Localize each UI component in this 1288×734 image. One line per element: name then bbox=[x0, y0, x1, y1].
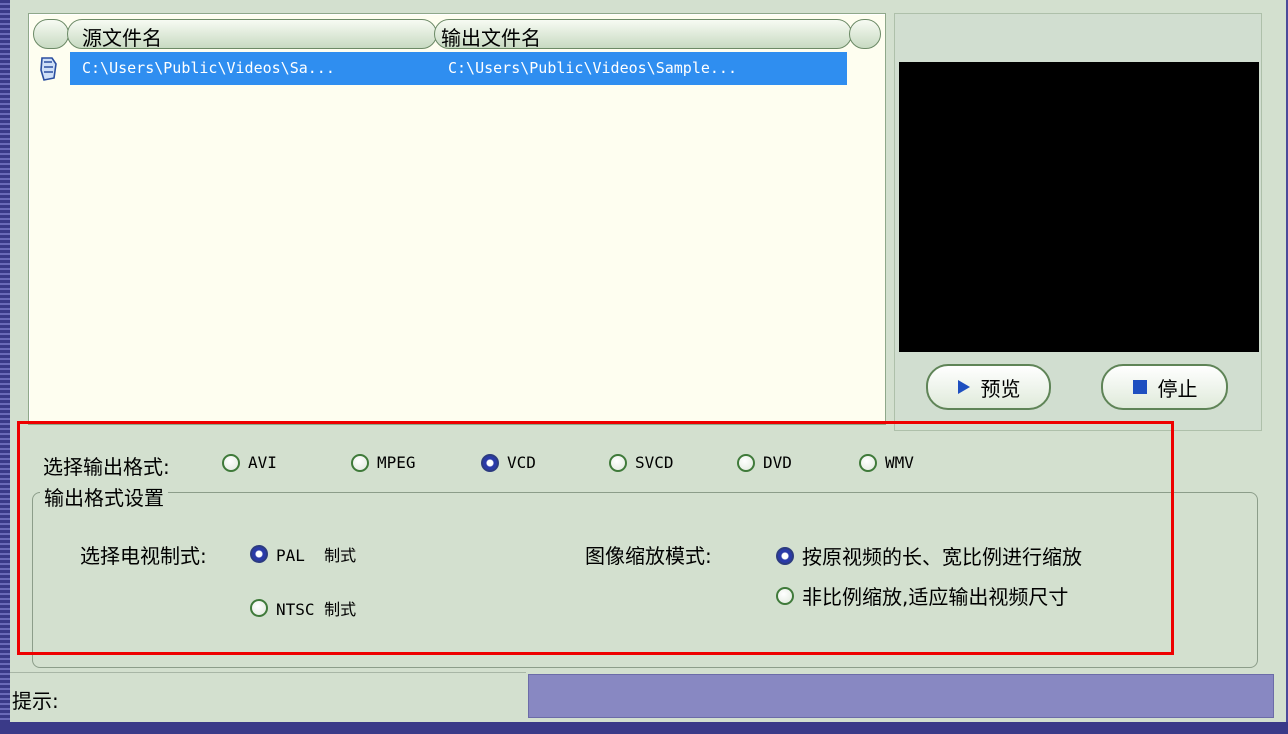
table-row[interactable]: C:\Users\Public\Videos\Sa... C:\Users\Pu… bbox=[70, 52, 847, 85]
stop-button-label: 停止 bbox=[1157, 376, 1198, 401]
column-header-trailing[interactable] bbox=[849, 19, 881, 49]
play-icon bbox=[957, 380, 970, 394]
video-file-icon bbox=[40, 57, 57, 81]
column-header-leading[interactable] bbox=[33, 19, 69, 49]
stop-button[interactable]: 停止 bbox=[1101, 364, 1228, 410]
video-preview bbox=[899, 62, 1259, 352]
status-hint-area: 提示: bbox=[10, 672, 526, 721]
row-output-path: C:\Users\Public\Videos\Sample... bbox=[448, 59, 737, 77]
column-header-output[interactable]: 输出文件名 bbox=[434, 19, 852, 50]
highlight-box bbox=[17, 421, 1174, 655]
preview-button[interactable]: 预览 bbox=[926, 364, 1051, 410]
column-header-output-label: 输出文件名 bbox=[441, 26, 541, 50]
column-header-source-label: 源文件名 bbox=[82, 26, 162, 50]
status-hint-label: 提示: bbox=[12, 689, 59, 713]
column-header-source[interactable]: 源文件名 bbox=[67, 19, 437, 50]
row-source-path: C:\Users\Public\Videos\Sa... bbox=[82, 59, 335, 77]
stop-icon bbox=[1132, 380, 1147, 394]
progress-bar bbox=[528, 674, 1274, 718]
preview-button-label: 预览 bbox=[980, 376, 1021, 401]
window-frame-bottom bbox=[0, 722, 1288, 734]
window-frame-left bbox=[0, 0, 10, 734]
